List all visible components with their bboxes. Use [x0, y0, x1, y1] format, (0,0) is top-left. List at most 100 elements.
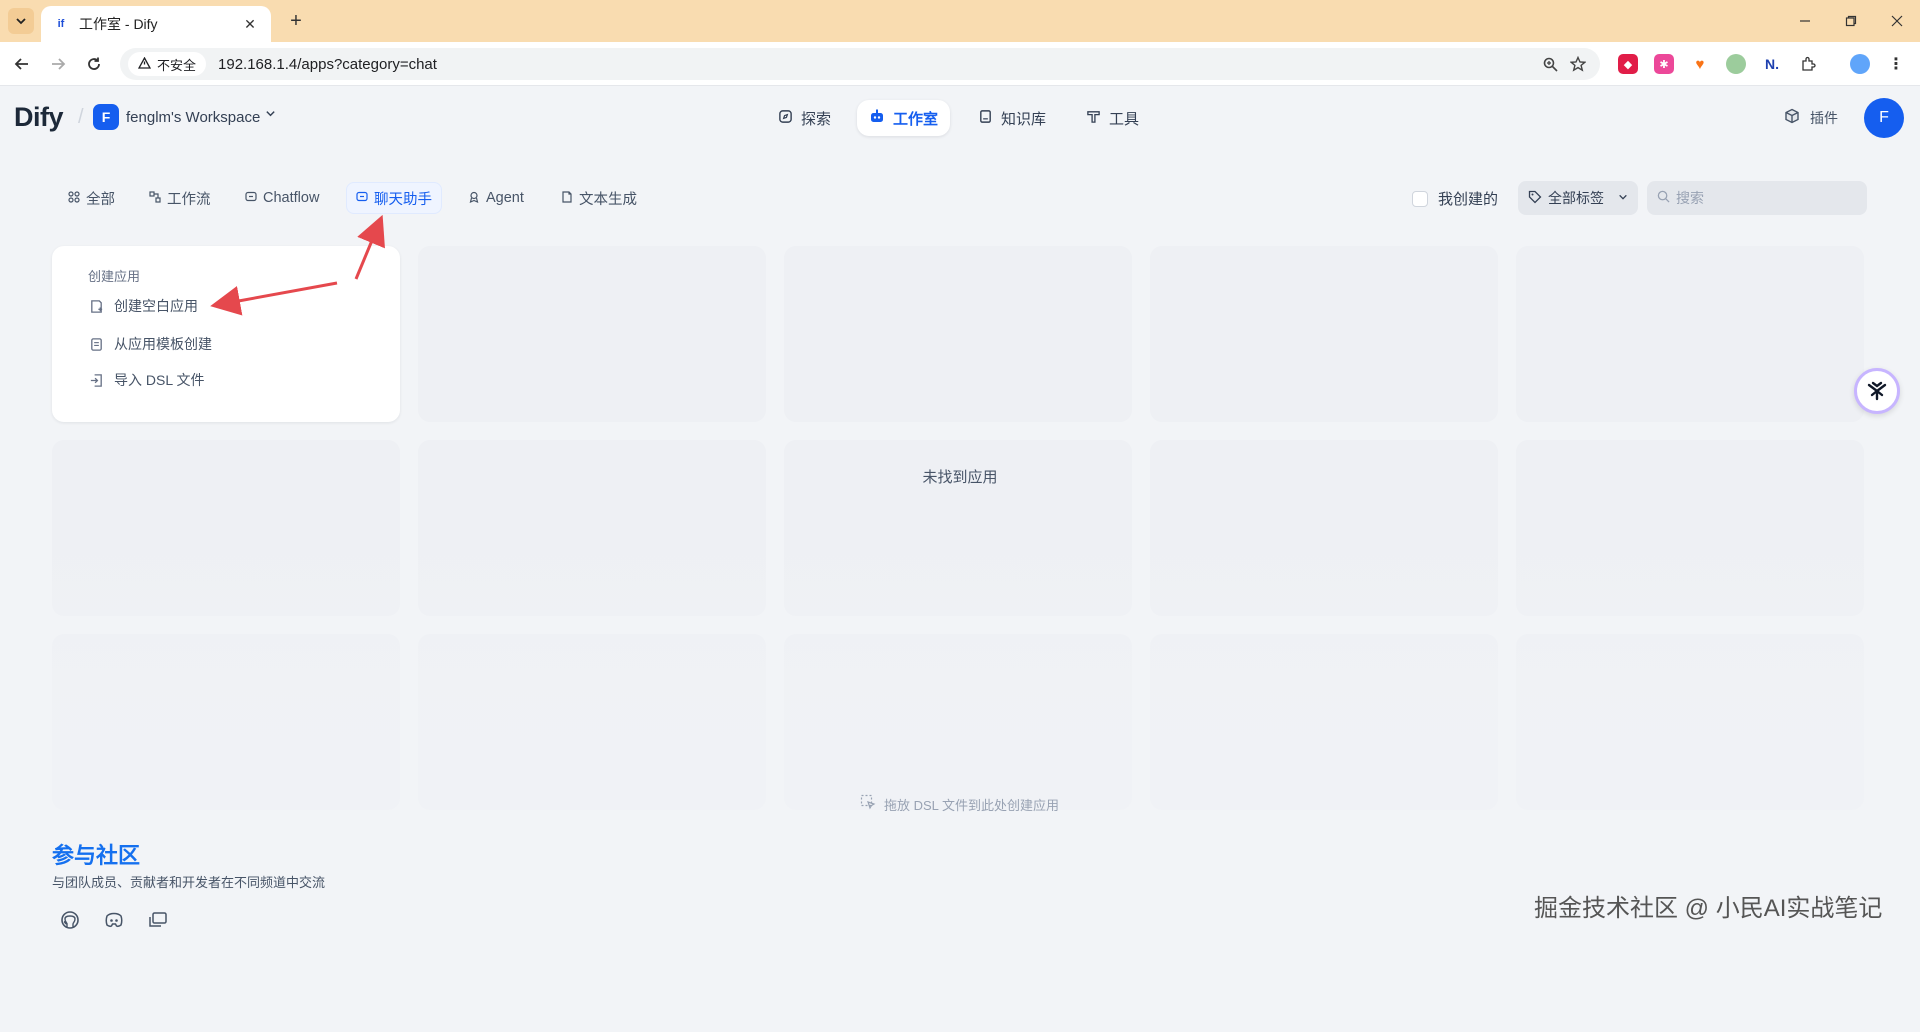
drop-file-icon — [860, 794, 876, 814]
create-app-card: 创建应用 创建空白应用 从应用模板创建 导入 DSL 文件 — [52, 246, 400, 422]
community-title: 参与社区 — [52, 843, 141, 868]
create-from-template-button[interactable]: 从应用模板创建 — [88, 334, 212, 354]
zoom-icon[interactable] — [1536, 50, 1564, 78]
import-dsl-button[interactable]: 导入 DSL 文件 — [88, 370, 205, 390]
tab-all[interactable]: 全部 — [58, 182, 125, 214]
tab-workflow[interactable]: 工作流 — [139, 182, 221, 214]
placeholder-card — [1150, 440, 1498, 616]
import-icon — [88, 372, 104, 388]
tab-chat-assistant[interactable]: 聊天助手 — [346, 182, 442, 214]
extensions-icon[interactable] — [1798, 54, 1818, 74]
tab-chat-assistant-label: 聊天助手 — [374, 191, 432, 208]
created-by-me-label: 我创建的 — [1438, 191, 1499, 208]
created-by-me-toggle[interactable]: 我创建的 — [1412, 188, 1498, 209]
tags-dropdown[interactable]: 全部标签 — [1518, 181, 1638, 215]
tab-text-generation-label: 文本生成 — [579, 191, 637, 208]
tab-chatflow[interactable]: Chatflow — [235, 182, 329, 214]
security-label: 不安全 — [157, 57, 197, 73]
back-icon[interactable] — [8, 50, 36, 78]
placeholder-card — [784, 634, 1132, 810]
chatflow-icon — [245, 191, 257, 206]
create-blank-app-button[interactable]: 创建空白应用 — [88, 296, 198, 316]
empty-state-text: 未找到应用 — [922, 469, 998, 486]
browser-tab-bar: if 工作室 - Dify ✕ + — [0, 0, 1920, 42]
hammer-icon — [1086, 109, 1101, 128]
community-subtitle: 与团队成员、贡献者和开发者在不同频道中交流 — [52, 875, 326, 890]
dsl-drop-hint-label: 拖放 DSL 文件到此处创建应用 — [884, 797, 1060, 813]
dsl-drop-hint: 拖放 DSL 文件到此处创建应用 — [860, 794, 1059, 814]
nav-studio[interactable]: 工作室 — [857, 100, 951, 136]
nav-explore-label: 探索 — [801, 110, 832, 128]
import-dsl-label: 导入 DSL 文件 — [114, 372, 205, 388]
nav-knowledge-label: 知识库 — [1001, 110, 1047, 128]
restore-icon[interactable] — [1828, 0, 1874, 42]
discord-icon[interactable] — [98, 904, 130, 936]
tab-title: 工作室 - Dify — [79, 16, 158, 32]
plugins-button[interactable]: 插件 — [1784, 108, 1838, 128]
green-extension-icon[interactable] — [1726, 54, 1746, 74]
tab-text-generation[interactable]: 文本生成 — [551, 182, 647, 214]
app-header: Dify / F fenglm's Workspace 探索 工作室 知识库 工… — [0, 86, 1920, 150]
nav-knowledge[interactable]: 知识库 — [966, 100, 1058, 136]
tab-workflow-label: 工作流 — [167, 191, 211, 208]
placeholder-card — [1516, 634, 1864, 810]
template-icon — [88, 336, 104, 352]
n-extension-icon[interactable]: N. — [1762, 54, 1782, 74]
address-bar[interactable]: 不安全 192.168.1.4/apps?category=chat — [120, 48, 1600, 80]
header-divider: / — [78, 106, 84, 128]
tab-close-icon[interactable]: ✕ — [241, 15, 259, 33]
chevron-down-icon — [1618, 192, 1628, 205]
menu-kebab-icon[interactable]: ⋮ — [1886, 54, 1906, 74]
url-text[interactable]: 192.168.1.4/apps?category=chat — [218, 56, 1536, 73]
translate-extension-icon[interactable]: ♥ — [1690, 54, 1710, 74]
profile-avatar-icon[interactable] — [1850, 54, 1870, 74]
placeholder-card — [52, 440, 400, 616]
search-input[interactable]: 搜索 — [1647, 181, 1867, 215]
forward-icon[interactable] — [44, 50, 72, 78]
search-icon — [1657, 190, 1670, 206]
agent-icon — [468, 191, 480, 206]
user-avatar[interactable]: F — [1864, 98, 1904, 138]
placeholder-card — [1150, 246, 1498, 422]
floating-assistant-icon[interactable] — [1854, 368, 1900, 414]
created-by-me-checkbox[interactable] — [1412, 190, 1428, 207]
placeholder-card — [418, 440, 766, 616]
text-gen-icon — [561, 190, 573, 206]
chat-icon — [356, 191, 368, 206]
placeholder-card — [784, 246, 1132, 422]
nav-explore[interactable]: 探索 — [766, 100, 843, 136]
nav-tools-label: 工具 — [1109, 110, 1140, 128]
minimize-icon[interactable] — [1782, 0, 1828, 42]
workflow-icon — [149, 190, 161, 206]
workspace-chevron-down-icon[interactable] — [265, 108, 276, 122]
nav-studio-label: 工作室 — [893, 110, 939, 128]
placeholder-card — [1150, 634, 1498, 810]
puzzle-extension-icon[interactable]: ✱ — [1654, 54, 1674, 74]
browser-tab[interactable]: if 工作室 - Dify ✕ — [41, 6, 271, 42]
book-icon — [978, 109, 993, 128]
bookmark-star-icon[interactable] — [1564, 50, 1592, 78]
forum-icon[interactable] — [142, 904, 174, 936]
tab-search-chevron-icon[interactable] — [8, 8, 34, 34]
workspace-name[interactable]: fenglm's Workspace — [126, 109, 260, 126]
create-from-template-label: 从应用模板创建 — [114, 336, 212, 352]
tab-all-label: 全部 — [86, 191, 115, 208]
new-tab-icon[interactable]: + — [282, 8, 310, 34]
shield-extension-icon[interactable]: ◆ — [1618, 54, 1638, 74]
window-close-icon[interactable] — [1874, 0, 1920, 42]
favicon-icon: if — [57, 18, 65, 30]
grid-icon — [68, 190, 80, 206]
compass-icon — [778, 109, 793, 128]
nav-tools[interactable]: 工具 — [1074, 100, 1151, 136]
security-chip[interactable]: 不安全 — [128, 52, 207, 76]
placeholder-card — [418, 634, 766, 810]
reload-icon[interactable] — [80, 50, 108, 78]
tags-dropdown-label: 全部标签 — [1548, 190, 1604, 206]
dify-logo[interactable]: Dify — [14, 102, 64, 133]
warning-icon — [137, 56, 152, 72]
github-icon[interactable] — [54, 904, 86, 936]
tab-agent[interactable]: Agent — [458, 182, 534, 214]
robot-icon — [869, 108, 885, 128]
placeholder-card — [1516, 440, 1864, 616]
workspace-avatar[interactable]: F — [93, 104, 119, 130]
